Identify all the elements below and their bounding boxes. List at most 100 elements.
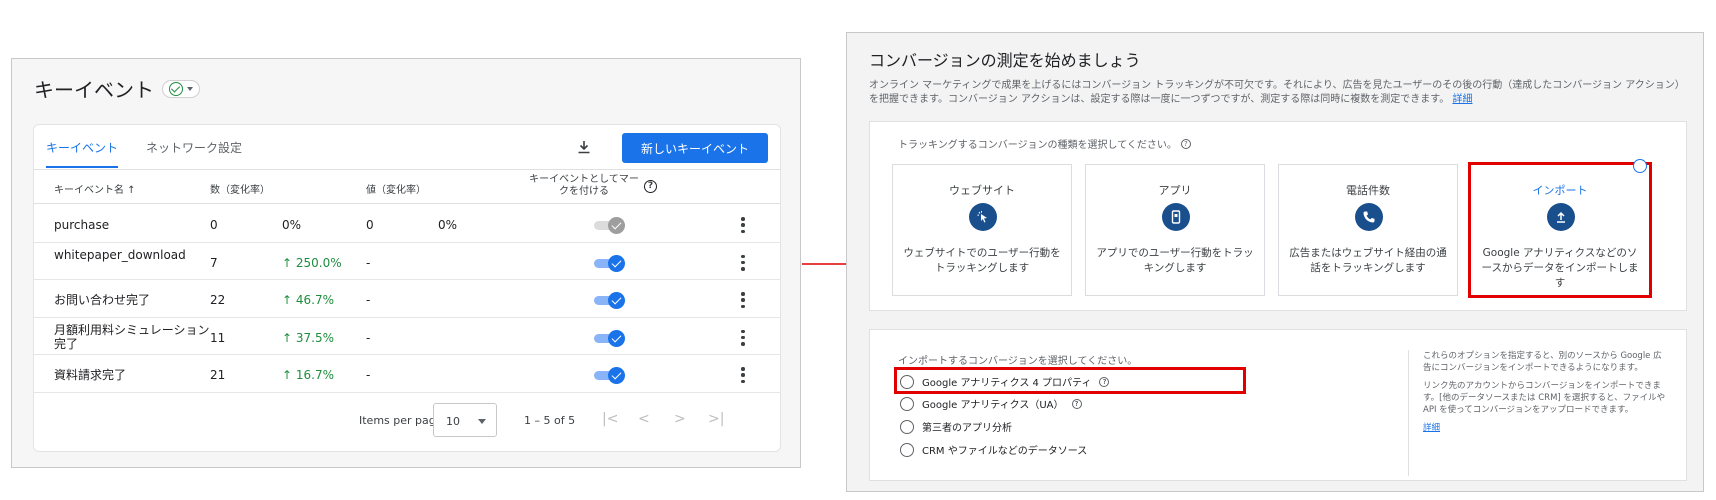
count-change: ↑ 37.5% [282,330,334,345]
page-range: 1 – 5 of 5 [524,414,576,427]
conversion-type-card: トラッキングするコンバージョンの種類を選択してください。 ? ウェブサイト ウェ… [869,121,1687,311]
option-description: 広告またはウェブサイト経由の通話をトラッキングします [1289,247,1447,274]
page-title: キーイベント [34,74,200,103]
phone-call-icon [1355,203,1383,231]
cursor-click-icon [969,203,997,231]
panel-description: オンライン マーケティングで成果を上げるにはコンバージョン トラッキングが不可欠… [869,79,1689,107]
table-row[interactable]: 資料請求完了 21 ↑ 16.7% - [34,355,780,393]
download-icon[interactable] [576,139,592,155]
option-title: ウェブサイト [949,184,1015,197]
event-count: 0 [210,218,218,232]
option-title: アプリ [1158,184,1192,197]
count-change: ↑ 46.7% [282,293,334,307]
option-description: ウェブサイトでのユーザー行動をトラッキングします [903,247,1061,274]
table-row[interactable]: 月額利用料シミュレーション完了 11 ↑ 37.5% - [34,318,780,355]
option-title: 電話件数 [1346,184,1390,197]
radio-third-party[interactable]: 第三者のアプリ分析 [900,419,1012,434]
mark-as-key-event-toggle[interactable] [594,254,625,272]
first-page-button[interactable]: |< [602,411,618,427]
conversion-setup-panel: コンバージョンの測定を始めましょう オンライン マーケティングで成果を上げるには… [846,32,1704,492]
event-name: お問い合わせ完了 [54,293,151,307]
mark-as-key-event-toggle[interactable] [594,217,625,234]
prev-page-button[interactable]: < [638,411,650,427]
event-value: 0 [366,218,374,232]
radio-ga4[interactable]: Google アナリティクス 4 プロパティ ? [900,374,1110,389]
learn-more-link[interactable]: 詳細 [1452,94,1472,105]
help-paragraph: リンク先のアカウントからコンバージョンをインポートできます。[他のデータソースま… [1423,381,1666,415]
mark-as-key-event-toggle[interactable] [594,367,625,384]
radio-button[interactable] [900,442,914,457]
learn-more-link[interactable]: 詳細 [1423,423,1440,433]
help-icon[interactable]: ? [1071,398,1082,409]
items-per-page-value: 10 [446,415,460,428]
mark-as-key-event-toggle[interactable] [594,292,625,309]
help-icon[interactable]: ? [1099,376,1110,387]
radio-crm[interactable]: CRM やファイルなどのデータソース [900,442,1087,457]
event-value: - [366,368,371,382]
last-page-button[interactable]: >| [708,411,724,427]
event-value: - [366,255,371,270]
event-name: purchase [54,218,110,232]
event-count: 21 [210,368,226,382]
option-title: インポート [1532,184,1588,197]
radio-button[interactable] [900,374,914,389]
value-change: 0% [438,218,458,232]
event-count: 22 [210,293,226,307]
panel-title: コンバージョンの測定を始めましょう [869,51,1141,70]
caret-down-icon [478,419,486,424]
items-per-page-select[interactable]: 10 [433,403,497,437]
mark-as-key-event-toggle[interactable] [594,329,625,347]
column-mark: キーイベントとしてマークを付ける [529,174,639,197]
type-label-text: トラッキングするコンバージョンの種類を選択してください。 [898,140,1177,151]
description-text: オンライン マーケティングで成果を上げるにはコンバージョン トラッキングが不可欠… [869,80,1685,105]
more-vert-icon[interactable] [741,217,745,233]
event-name: 資料請求完了 [54,368,127,382]
help-icon[interactable]: ? [1180,138,1191,149]
event-name: whitepaper_download [54,247,186,262]
upload-icon [1547,203,1575,231]
radio-ua[interactable]: Google アナリティクス（UA） ? [900,396,1082,411]
column-name[interactable]: キーイベント名 ↑ [54,181,136,196]
event-count: 11 [210,330,226,345]
event-name: 月額利用料シミュレーション完了 [54,322,210,351]
caret-down-icon [187,86,193,91]
radio-label: 第三者のアプリ分析 [922,423,1012,434]
import-label: インポートするコンバージョンを選択してください。 [898,356,1138,367]
tab-network-settings[interactable]: ネットワーク設定 [146,139,242,168]
column-count: 数（変化率） [210,185,270,196]
event-value: - [366,293,371,307]
count-change: ↑ 250.0% [282,255,342,270]
option-phone-calls[interactable]: 電話件数 広告またはウェブサイト経由の通話をトラッキングします [1278,164,1458,296]
radio-label: CRM やファイルなどのデータソース [922,446,1088,457]
pagination: Items per page: 10 1 – 5 of 5 |< < > >| [34,400,780,440]
count-change: ↑ 16.7% [282,368,334,382]
tab-key-events[interactable]: キーイベント [46,139,119,168]
option-import[interactable]: インポート Google アナリティクスなどのソースからデータをインポートします [1468,159,1652,298]
more-vert-icon[interactable] [741,367,745,383]
help-icon[interactable]: ? [644,180,657,193]
option-website[interactable]: ウェブサイト ウェブサイトでのユーザー行動をトラッキングします [892,164,1072,296]
event-count: 7 [210,255,218,270]
table-row[interactable]: whitepaper_download 7 ↑ 250.0% - [34,243,780,280]
count-change: 0% [282,218,302,232]
radio-button[interactable] [900,419,914,434]
tab-bar: キーイベント ネットワーク設定 [46,139,242,168]
type-label: トラッキングするコンバージョンの種類を選択してください。 ? [898,136,1191,151]
radio-label: Google アナリティクス 4 プロパティ [922,378,1092,389]
next-page-button[interactable]: > [674,411,686,427]
more-vert-icon[interactable] [741,292,745,308]
more-vert-icon[interactable] [741,254,745,271]
help-paragraph: これらのオプションを指定すると、別のソースから Google 広告にコンバージョ… [1423,351,1662,373]
option-app[interactable]: アプリ アプリでのユーザー行動をトラッキングします [1085,164,1265,296]
status-dropdown[interactable] [162,79,200,98]
table-row[interactable]: purchase 0 0% 0 0% [34,205,780,243]
page-title-text: キーイベント [34,78,154,102]
more-vert-icon[interactable] [741,329,745,346]
radio-label: Google アナリティクス（UA） [922,400,1064,411]
selected-indicator-icon [1633,159,1647,173]
new-key-event-button[interactable]: 新しいキーイベント [622,133,768,163]
event-value: - [366,330,371,345]
option-description: Google アナリティクスなどのソースからデータをインポートします [1481,247,1639,289]
table-row[interactable]: お問い合わせ完了 22 ↑ 46.7% - [34,280,780,318]
radio-button[interactable] [900,396,914,411]
